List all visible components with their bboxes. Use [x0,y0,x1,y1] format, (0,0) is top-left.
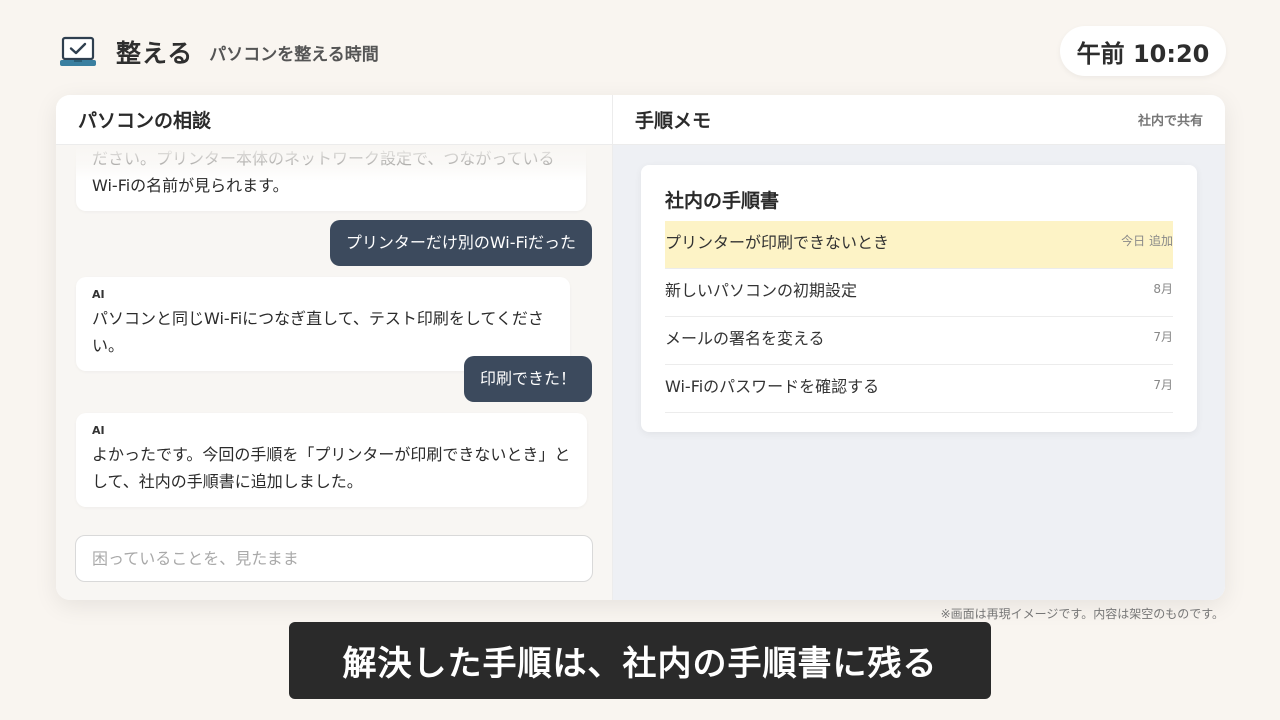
app-title: 整える [116,39,194,68]
chat-input[interactable] [75,535,593,582]
laptop-check-icon [60,35,96,69]
user-message: 印刷できた！ [463,356,592,402]
document-row-label: プリンターが印刷できないとき [665,233,890,252]
chat-panel-header: パソコンの相談 [56,95,612,145]
document-row[interactable]: Wi-Fiのパスワードを確認する 7月 [665,365,1173,413]
ai-message: AI よかったです。今回の手順を「プリンターが印刷できないとき」として、社内の手… [76,413,587,507]
document-row-date: 今日 追加 [1121,234,1173,248]
document-title: 社内の手順書 [665,190,780,212]
chat-panel-title: パソコンの相談 [78,110,212,132]
disclaimer-notice: ※画面は再現イメージです。内容は架空のものです。 [940,607,1224,621]
document-row-label: メールの署名を変える [665,329,825,348]
ai-label: AI [92,424,105,437]
ai-message-text: ださい。プリンター本体のネットワーク設定で、つながっているWi-Fiの名前が見ら… [92,149,555,195]
user-message-text: 印刷できた！ [479,369,576,388]
memo-panel: 手順メモ 社内で共有 社内の手順書 プリンターが印刷できないとき 今日 追加 新… [613,95,1225,600]
app-header: 整える パソコンを整える時間 [60,32,379,72]
ai-message: ださい。プリンター本体のネットワーク設定で、つながっているWi-Fiの名前が見ら… [76,145,586,211]
user-message-text: プリンターだけ別のWi-Fiだった [345,233,576,252]
document-row-date: 7月 [1153,378,1173,392]
share-status-label: 社内で共有 [1137,114,1203,129]
document-row[interactable]: メールの署名を変える 7月 [665,317,1173,365]
document-row[interactable]: 新しいパソコンの初期設定 8月 [665,269,1173,317]
page: 整える パソコンを整える時間 午前 10:20 パソコンの相談 ださい。プリンタ… [0,0,1280,720]
ai-label: AI [92,288,105,301]
memo-panel-header: 手順メモ 社内で共有 [613,95,1225,145]
procedure-document: 社内の手順書 プリンターが印刷できないとき 今日 追加 新しいパソコンの初期設定… [641,165,1197,432]
ai-message-text: パソコンと同じWi-Fiにつなぎ直して、テスト印刷をしてください。 [92,309,544,355]
chat-message-list[interactable]: ださい。プリンター本体のネットワーク設定で、つながっているWi-Fiの名前が見ら… [56,145,612,517]
user-message: プリンターだけ別のWi-Fiだった [329,220,592,266]
chat-panel: パソコンの相談 ださい。プリンター本体のネットワーク設定で、つながっているWi-… [56,95,613,600]
memo-panel-title: 手順メモ [635,110,712,132]
caption-subtitle: 解決した手順は、社内の手順書に残る [289,622,991,699]
ai-message-text: よかったです。今回の手順を「プリンターが印刷できないとき」として、社内の手順書に… [92,445,571,491]
document-row-date: 8月 [1153,282,1173,296]
clock: 午前 10:20 [1060,26,1226,76]
document-row-date: 7月 [1153,330,1173,344]
document-row[interactable]: プリンターが印刷できないとき 今日 追加 [665,221,1173,269]
app-subtitle: パソコンを整える時間 [209,44,379,65]
main-card: パソコンの相談 ださい。プリンター本体のネットワーク設定で、つながっているWi-… [56,95,1225,600]
document-row-label: 新しいパソコンの初期設定 [665,281,858,300]
document-row-label: Wi-Fiのパスワードを確認する [665,377,880,396]
